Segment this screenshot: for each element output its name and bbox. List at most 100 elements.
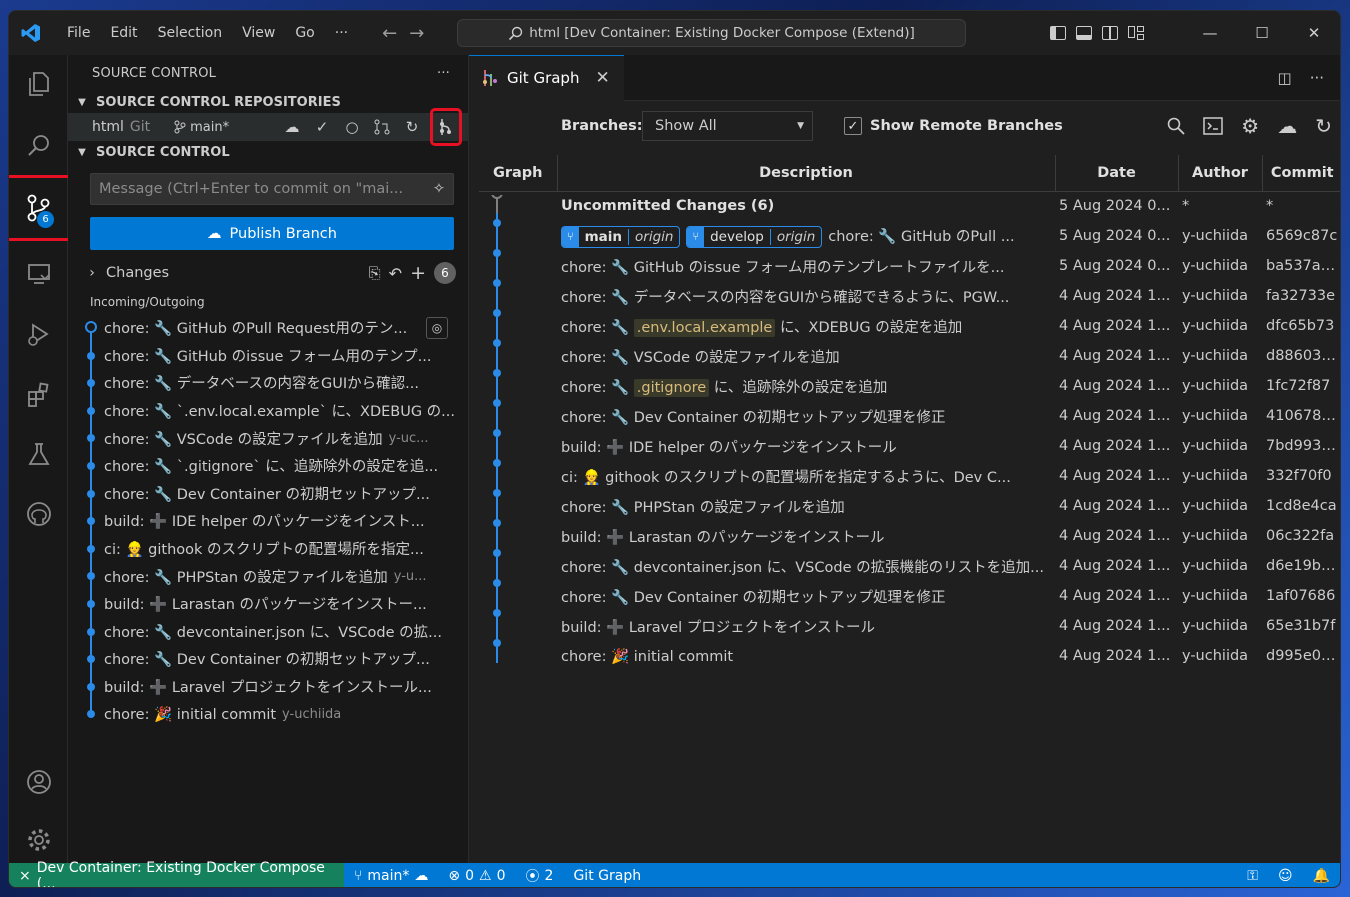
list-item[interactable]: chore: 🎉 initial commit y-uchiida	[68, 700, 454, 728]
target-icon[interactable]: ◎	[426, 316, 448, 339]
copilot-icon[interactable]: ☺	[1278, 868, 1293, 884]
split-editor-icon[interactable]: ◫	[1278, 69, 1292, 87]
extensions-icon[interactable]	[9, 365, 68, 423]
table-row[interactable]: chore: 🔧 データベースの内容をGUIから確認できるように、PGW... 4…	[479, 281, 1340, 311]
list-item[interactable]: chore: 🔧 GitHub のPull Request用のテン... ◎	[68, 314, 454, 342]
more-actions-icon[interactable]: ···	[437, 66, 450, 81]
source-control-icon[interactable]: 6	[9, 175, 73, 241]
list-item[interactable]: build: ➕ IDE helper のパッケージをインスト...	[68, 507, 454, 535]
show-remote-branches-checkbox[interactable]: ✓ Show Remote Branches	[844, 117, 1063, 135]
github-icon[interactable]	[9, 485, 68, 543]
list-item[interactable]: chore: 🔧 `.env.local.example` に、XDEBUG の…	[68, 397, 454, 425]
list-item[interactable]: chore: 🔧 Dev Container の初期セットアップ...	[68, 645, 454, 673]
table-row[interactable]: chore: 🔧 Dev Container の初期セットアップ処理を修正 4 A…	[479, 401, 1340, 431]
menu-more[interactable]: ···	[325, 11, 358, 55]
changes-group[interactable]: › Changes ⎘ ↶ + 6	[68, 260, 468, 286]
minimize-button[interactable]: —	[1184, 24, 1236, 42]
menu-view[interactable]: View	[232, 11, 285, 55]
back-arrow-icon[interactable]: ←	[382, 23, 397, 44]
testing-icon[interactable]	[9, 425, 68, 483]
remote-explorer-icon[interactable]	[9, 245, 68, 303]
menu-edit[interactable]: Edit	[100, 11, 147, 55]
menu-go[interactable]: Go	[285, 11, 324, 55]
explorer-icon[interactable]	[9, 55, 68, 113]
discard-changes-icon[interactable]: ↶	[389, 264, 402, 283]
col-description[interactable]: Description	[557, 155, 1056, 192]
table-row[interactable]: chore: 🔧 devcontainer.json に、VSCode の拡張機…	[479, 551, 1340, 581]
col-author[interactable]: Author	[1178, 155, 1263, 192]
forward-arrow-icon[interactable]: →	[409, 23, 424, 44]
find-icon[interactable]	[1167, 117, 1185, 135]
fetch-cloud-icon[interactable]: ☁	[1277, 114, 1297, 138]
menu-file[interactable]: File	[57, 11, 100, 55]
open-file-icon[interactable]: ⎘	[369, 264, 381, 282]
col-date[interactable]: Date	[1055, 155, 1179, 192]
close-tab-icon[interactable]: ✕	[595, 68, 609, 88]
list-item[interactable]: chore: 🔧 devcontainer.json に、VSCode の拡..…	[68, 618, 454, 646]
accounts-icon[interactable]	[9, 753, 68, 811]
table-row[interactable]: build: ➕ Larastan のパッケージをインストール 4 Aug 202…	[479, 521, 1340, 551]
list-item[interactable]: build: ➕ Larastan のパッケージをインストー...	[68, 590, 454, 618]
tab-git-graph[interactable]: Git Graph ✕	[469, 54, 624, 101]
commit-check-icon[interactable]: ✓	[310, 115, 334, 139]
col-graph[interactable]: Graph	[479, 155, 558, 192]
notifications-bell-icon[interactable]: 🔔	[1313, 868, 1330, 884]
branch-ref-main[interactable]: ⑂ main origin	[561, 225, 681, 248]
branches-dropdown[interactable]: Show All ▼	[642, 111, 813, 141]
stash-circle-icon[interactable]: ○	[340, 115, 364, 139]
list-item[interactable]: chore: 🔧 `.gitignore` に、追跡除外の設定を追...	[68, 452, 454, 480]
view-git-graph-icon[interactable]	[430, 108, 462, 146]
table-row[interactable]: build: ➕ Laravel プロジェクトをインストール 4 Aug 2024…	[479, 611, 1340, 641]
toggle-primary-sidebar-icon[interactable]	[1050, 26, 1066, 40]
toggle-secondary-sidebar-icon[interactable]	[1102, 26, 1118, 40]
table-row[interactable]: chore: 🔧 .env.local.example に、XDEBUG の設定…	[479, 311, 1340, 341]
repositories-section-header[interactable]: ▼ SOURCE CONTROL REPOSITORIES	[68, 91, 468, 113]
git-graph-status[interactable]: Git Graph	[563, 868, 651, 884]
remote-indicator[interactable]: ⨯ Dev Container: Existing Docker Compose…	[9, 860, 344, 887]
cloud-upload-icon[interactable]: ☁	[414, 868, 428, 884]
table-row[interactable]: chore: 🔧 GitHub のissue フォーム用のテンプレートファイルを…	[479, 251, 1340, 281]
source-control-section-header[interactable]: ▼ SOURCE CONTROL	[68, 141, 468, 163]
branch-status[interactable]: ⑂ main* ☁	[344, 868, 438, 884]
list-item[interactable]: build: ➕ Laravel プロジェクトをインストール...	[68, 673, 454, 701]
cloud-upload-icon[interactable]: ☁	[280, 115, 304, 139]
list-item[interactable]: ci: 👷 githook のスクリプトの配置場所を指定...	[68, 535, 454, 563]
pull-request-icon[interactable]	[370, 115, 394, 139]
terminal-icon[interactable]	[1203, 117, 1224, 135]
branch-ref-develop[interactable]: ⑂ develop origin	[686, 225, 823, 248]
list-item[interactable]: chore: 🔧 PHPStan の設定ファイルを追加 y-u...	[68, 562, 454, 590]
customize-layout-icon[interactable]	[1128, 26, 1144, 40]
table-row[interactable]: ci: 👷 githook のスクリプトの配置場所を指定するように、Dev C.…	[479, 461, 1340, 491]
maximize-button[interactable]: ☐	[1236, 24, 1288, 42]
problems-status[interactable]: ⊗ 0 ⚠ 0	[438, 868, 515, 884]
list-item[interactable]: chore: 🔧 GitHub のissue フォーム用のテンプ...	[68, 342, 454, 370]
ports-status[interactable]: ⦿ 2	[516, 866, 564, 886]
list-item[interactable]: chore: 🔧 Dev Container の初期セットアップ...	[68, 480, 454, 508]
command-center[interactable]: html [Dev Container: Existing Docker Com…	[457, 19, 966, 47]
key-icon[interactable]: ⚿	[1247, 868, 1258, 884]
refresh-icon[interactable]: ↻	[400, 115, 424, 139]
search-view-icon[interactable]	[9, 117, 68, 175]
close-window-button[interactable]: ✕	[1288, 24, 1340, 42]
commit-message-input[interactable]: Message (Ctrl+Enter to commit on "mai...…	[90, 173, 454, 205]
table-row[interactable]: build: ➕ IDE helper のパッケージをインストール 4 Aug 2…	[479, 431, 1340, 461]
table-row[interactable]: chore: 🎉 initial commit 4 Aug 2024 1... y-…	[479, 641, 1340, 671]
settings-icon[interactable]: ⚙	[1241, 114, 1259, 138]
publish-branch-button[interactable]: ☁ Publish Branch	[90, 217, 454, 250]
repo-branch[interactable]: main*	[174, 120, 229, 135]
table-row[interactable]: chore: 🔧 PHPStan の設定ファイルを追加 4 Aug 2024 1.…	[479, 491, 1340, 521]
sparkle-icon[interactable]: ✧	[433, 181, 445, 197]
table-row[interactable]: ⑂ main origin ⑂ develop origin chore: 🔧 GitHub…	[479, 221, 1340, 251]
col-commit[interactable]: Commit	[1262, 155, 1340, 192]
toggle-panel-icon[interactable]	[1076, 26, 1092, 40]
table-row[interactable]: Uncommitted Changes (6) 5 Aug 2024 0... …	[479, 191, 1340, 221]
table-row[interactable]: chore: 🔧 VSCode の設定ファイルを追加 4 Aug 2024 1..…	[479, 341, 1340, 371]
repository-row[interactable]: html Git main* ☁ ✓ ○ ↻ ···	[68, 108, 487, 146]
menu-selection[interactable]: Selection	[148, 11, 233, 55]
table-row[interactable]: chore: 🔧 Dev Container の初期セットアップ処理を修正 4 A…	[479, 581, 1340, 611]
table-row[interactable]: chore: 🔧 .gitignore に、追跡除外の設定を追加 4 Aug 20…	[479, 371, 1340, 401]
list-item[interactable]: chore: 🔧 データベースの内容をGUIから確認...	[68, 369, 454, 397]
list-item[interactable]: chore: 🔧 VSCode の設定ファイルを追加 y-uc...	[68, 424, 454, 452]
stage-all-icon[interactable]: +	[410, 262, 426, 284]
run-debug-icon[interactable]	[9, 305, 68, 363]
